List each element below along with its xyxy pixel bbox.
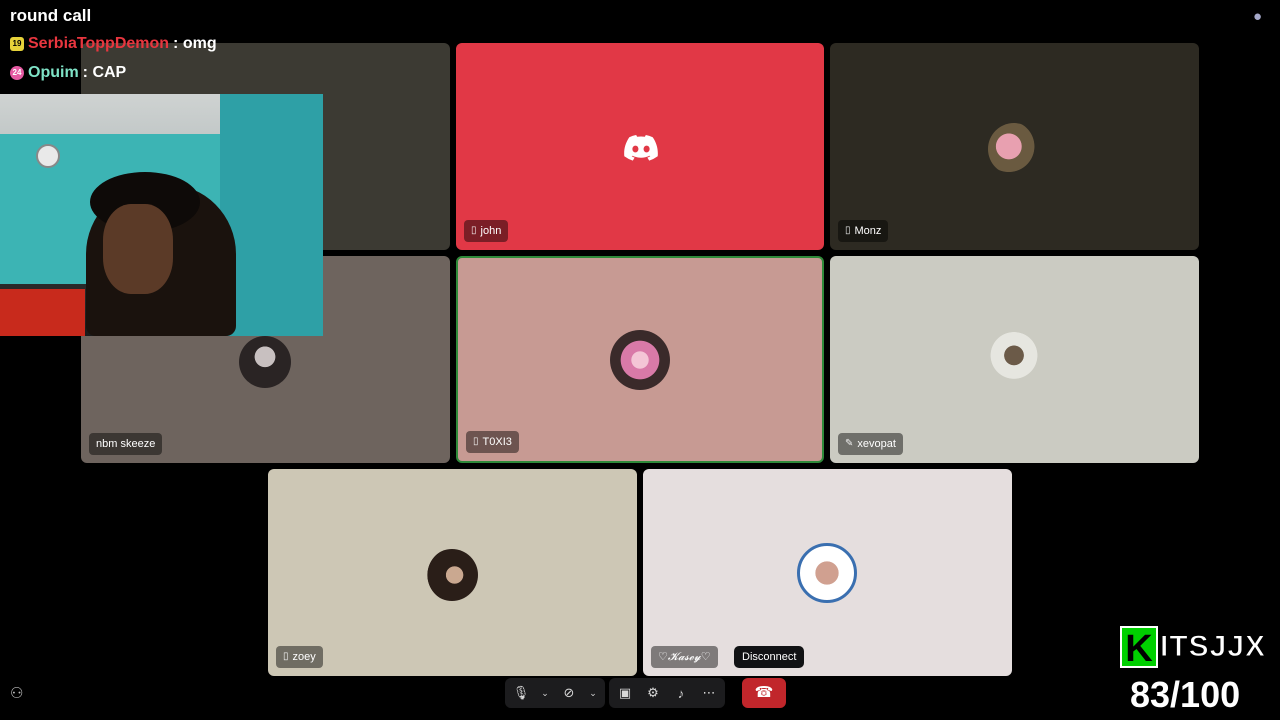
participant-tile-xevopat[interactable]: ✎ xevopat <box>830 256 1199 463</box>
disconnect-tooltip: Disconnect <box>734 646 805 668</box>
chat-message: 19 SerbiaToppDemon: omg <box>10 35 217 53</box>
streamer-face <box>103 204 173 294</box>
discord-logo-icon <box>624 135 658 161</box>
participant-name: T0XI3 <box>482 436 512 448</box>
participant-name-tag: ▯ zoey <box>276 646 323 668</box>
streamer-brand: K ITSJJX <box>1120 626 1278 670</box>
avatar <box>797 543 857 603</box>
stream-title: round call <box>10 6 92 25</box>
avatar <box>426 549 478 601</box>
sub-badge: 19 <box>10 37 24 51</box>
chat-text: : CAP <box>82 64 127 81</box>
participant-tile-john[interactable]: ▯ john <box>456 43 824 250</box>
webcam-table <box>0 289 85 336</box>
participant-name-tag: ✎ xevopat <box>838 433 903 455</box>
mic-muted-icon: ✎ <box>845 438 854 449</box>
participant-tile-zoey[interactable]: ▯ zoey <box>268 469 637 676</box>
participant-name: nbm skeeze <box>96 438 156 450</box>
hang-up-icon: ☎ <box>754 684 774 701</box>
participant-name-tag: nbm skeeze <box>89 433 163 455</box>
disconnect-button[interactable]: ☎ <box>742 678 786 708</box>
avatar <box>988 332 1040 384</box>
participant-name: ♡𝓚𝓪𝓼𝓮𝔂♡ <box>658 651 711 663</box>
participant-name-tag: ▯ T0XI3 <box>466 431 519 453</box>
avatar <box>988 123 1040 175</box>
activities-group: ▣ ⚙ ♪ ⋯ <box>609 678 725 708</box>
chat-username: SerbiaToppDemon <box>28 35 170 52</box>
audio-video-group: 🎙 ⌄ ⊘ ⌄ <box>505 678 605 708</box>
chevron-down-icon[interactable]: ⌄ <box>587 688 599 699</box>
chat-message: 24 Opuim: CAP <box>10 64 126 82</box>
participant-name: Monz <box>854 225 882 237</box>
add-person-icon[interactable]: ⚇ <box>10 684 23 702</box>
activities-icon[interactable]: ⚙ <box>643 685 663 701</box>
participant-name: john <box>480 225 502 237</box>
participant-name: zoey <box>292 651 316 663</box>
chevron-down-icon[interactable]: ⌄ <box>539 688 551 699</box>
participant-tile-kasey[interactable]: ♡𝓚𝓪𝓼𝓮𝔂♡ <box>643 469 1012 676</box>
avatar <box>610 330 670 390</box>
participant-name-tag: ♡𝓚𝓪𝓼𝓮𝔂♡ <box>651 646 718 668</box>
soundboard-icon[interactable]: ♪ <box>671 686 691 701</box>
phone-icon: ▯ <box>283 651 289 662</box>
participant-name-tag: ▯ john <box>464 220 509 242</box>
chat-bubble-icon[interactable]: ● <box>1253 8 1262 25</box>
microphone-icon[interactable]: 🎙 <box>511 685 531 701</box>
phone-icon: ▯ <box>471 225 477 236</box>
wall-clock <box>36 144 60 168</box>
participant-tile-monz[interactable]: ▯ Monz <box>830 43 1199 250</box>
sub-badge: 24 <box>10 66 24 80</box>
score-counter: 83/100 <box>1130 674 1241 715</box>
camera-off-icon[interactable]: ⊘ <box>559 685 579 701</box>
brand-name: ITSJJX <box>1159 630 1267 664</box>
screen-share-icon[interactable]: ▣ <box>615 685 635 701</box>
chat-text: : omg <box>173 35 217 52</box>
participant-name-tag: ▯ Monz <box>838 220 889 242</box>
avatar <box>239 336 291 388</box>
participant-name: xevopat <box>857 438 896 450</box>
streamer-webcam <box>0 94 323 336</box>
phone-icon: ▯ <box>845 225 851 236</box>
chat-username: Opuim <box>28 64 79 81</box>
call-controls: 🎙 ⌄ ⊘ ⌄ ▣ ⚙ ♪ ⋯ <box>505 678 725 708</box>
more-icon[interactable]: ⋯ <box>699 685 719 701</box>
brand-k-logo: K <box>1120 626 1158 670</box>
phone-icon: ▯ <box>473 436 479 447</box>
participant-tile-toxi3[interactable]: ▯ T0XI3 <box>456 256 824 463</box>
